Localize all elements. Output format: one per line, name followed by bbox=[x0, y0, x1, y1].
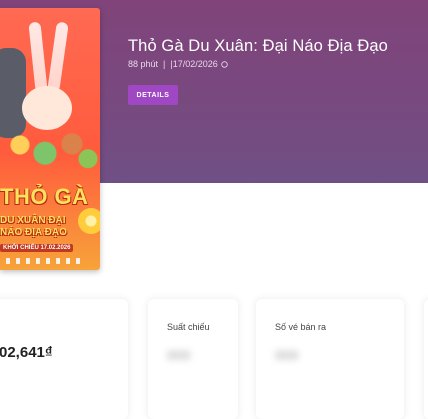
movie-meta: 88 phút | |17/02/2026 bbox=[128, 59, 229, 69]
movie-duration: 88 phút bbox=[128, 59, 159, 69]
revenue-card: 02,641₫ bbox=[0, 299, 128, 419]
poster-rabbit-ear bbox=[47, 21, 69, 93]
showtimes-value: 000 bbox=[167, 347, 191, 363]
poster-title: THỎ GÀ bbox=[0, 184, 89, 209]
movie-poster[interactable]: THỎ GÀ DU XUÂN ĐẠI NÁO ĐỊA ĐẠO KHỞI CHIẾ… bbox=[0, 8, 100, 270]
showtimes-card: Suất chiếu 000 bbox=[148, 299, 238, 419]
release-date: |17/02/2026 bbox=[170, 59, 218, 69]
meta-separator: | bbox=[163, 59, 166, 69]
poster-date: KHỞI CHIẾU 17.02.2026 bbox=[0, 244, 74, 252]
tickets-card: Số vé bán ra 000 bbox=[256, 299, 404, 419]
poster-rabbit-ear bbox=[28, 21, 48, 93]
stat-card-partial bbox=[424, 299, 428, 419]
details-button[interactable]: DETAILS bbox=[128, 85, 178, 105]
showtimes-label: Suất chiếu bbox=[167, 322, 210, 332]
poster-logos bbox=[6, 258, 86, 264]
poster-subtitle: DU XUÂN ĐẠI NÁO ĐỊA ĐẠO bbox=[0, 215, 67, 238]
clock-icon bbox=[221, 61, 229, 68]
tickets-value: 000 bbox=[275, 347, 299, 363]
poster-flower bbox=[78, 208, 100, 234]
revenue-value: 02,641₫ bbox=[0, 344, 53, 361]
poster-characters-group bbox=[0, 123, 100, 178]
movie-title: Thỏ Gà Du Xuân: Đại Náo Địa Đạo bbox=[128, 37, 388, 55]
tickets-label: Số vé bán ra bbox=[275, 322, 327, 332]
